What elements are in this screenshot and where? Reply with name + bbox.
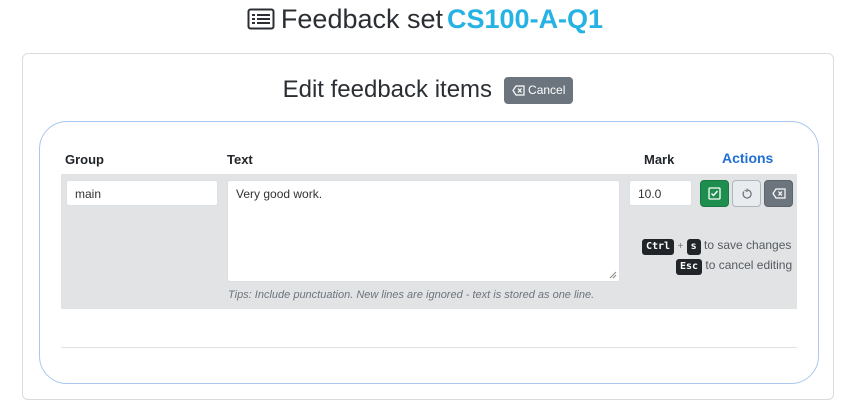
page-title: Feedback set CS100-A-Q1 [0, 2, 850, 36]
undo-icon [742, 188, 752, 199]
col-header-actions: Actions [722, 150, 774, 166]
feedback-items-panel: Group Text Mark Actions main Very good w… [39, 121, 819, 384]
cancel-hint-text: to cancel editing [705, 258, 793, 272]
tips-text: Tips: Include punctuation. New lines are… [228, 289, 595, 301]
cancel-button[interactable]: Cancel [504, 76, 574, 104]
col-header-text: Text [227, 152, 253, 167]
col-header-group: Group [65, 152, 104, 167]
backspace-icon [512, 84, 525, 96]
save-button[interactable] [700, 180, 729, 207]
save-hint-text: to save changes [704, 238, 792, 252]
check-square-icon [708, 187, 721, 200]
kbd-esc: Esc [676, 259, 703, 275]
reset-button[interactable] [732, 180, 761, 207]
group-input[interactable]: main [66, 180, 218, 206]
plus-sign: + [677, 241, 684, 252]
edit-card: Edit feedback items Cancel Group Text Ma… [22, 53, 834, 400]
text-value: Very good work. [236, 187, 323, 201]
cancel-label: Cancel [528, 83, 566, 97]
feedback-set-code: CS100-A-Q1 [447, 4, 604, 34]
title-prefix: Feedback set [280, 4, 444, 34]
cancel-shortcut-hint: Esc to cancel editing [676, 258, 792, 275]
card-header: Edit feedback items Cancel [23, 75, 833, 105]
divider [61, 347, 797, 348]
resize-handle-icon[interactable] [609, 271, 617, 279]
col-header-mark: Mark [644, 152, 675, 167]
delete-button[interactable] [764, 180, 793, 207]
edit-heading: Edit feedback items [282, 76, 493, 103]
list-box-icon [247, 8, 275, 30]
kbd-s: s [686, 239, 701, 255]
mark-input[interactable]: 10.0 [629, 180, 692, 206]
save-shortcut-hint: Ctrl + s to save changes [642, 238, 791, 255]
text-textarea[interactable]: Very good work. [227, 180, 620, 282]
kbd-ctrl: Ctrl [642, 239, 675, 255]
backspace-icon [771, 188, 786, 199]
